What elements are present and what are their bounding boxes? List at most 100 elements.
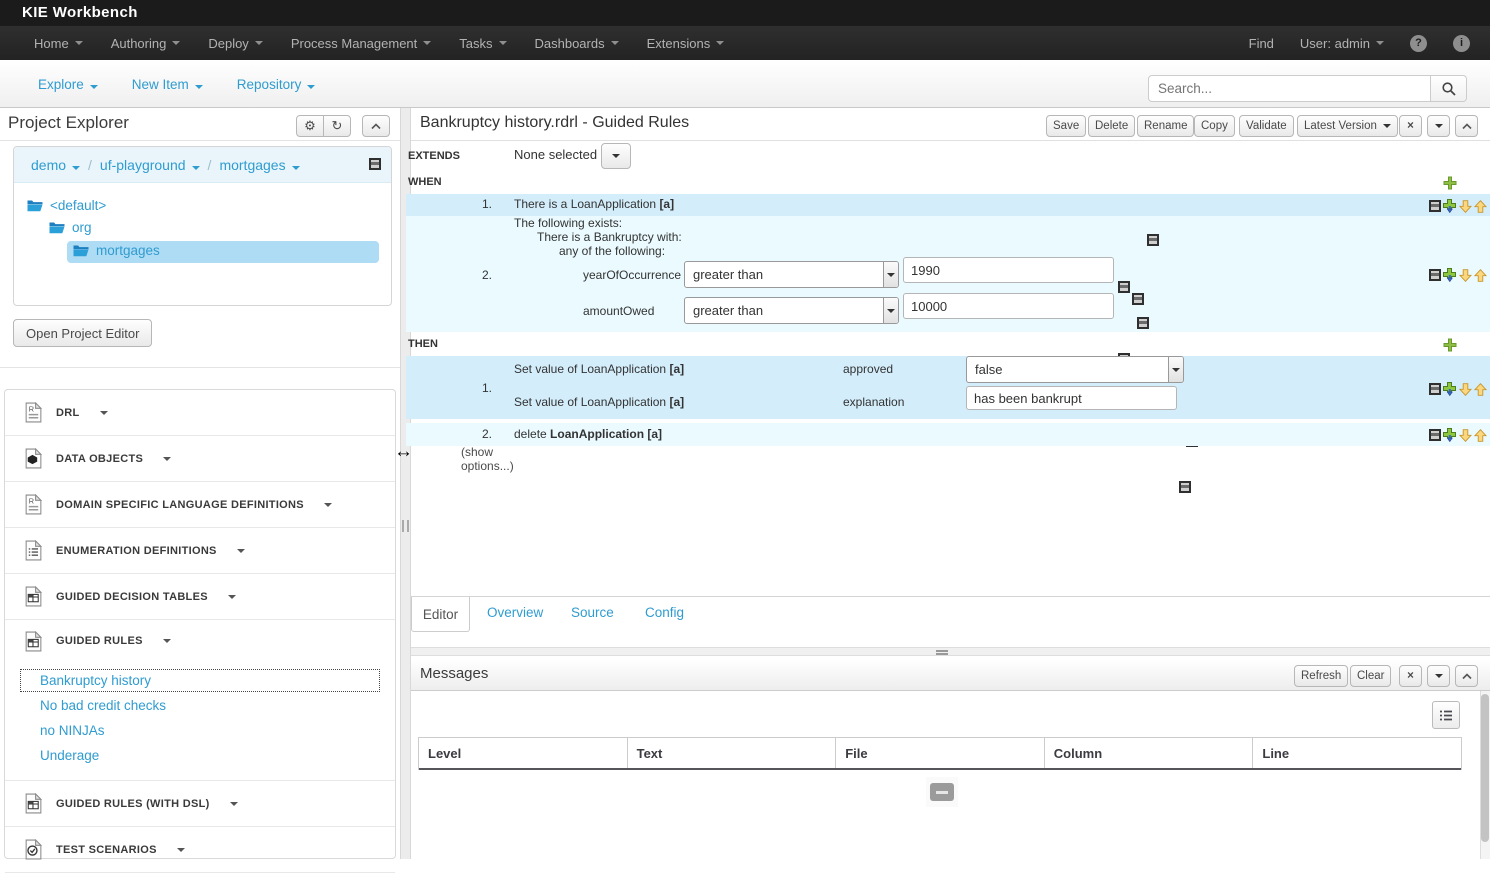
collapse-row-icon[interactable]: [1429, 383, 1441, 395]
add-action-after-icon[interactable]: [1443, 428, 1457, 442]
add-condition-after-icon[interactable]: [1443, 199, 1457, 213]
add-then-action-icon[interactable]: [1443, 338, 1457, 352]
section-data-objects[interactable]: DATA OBJECTS: [5, 436, 395, 482]
section-dsl-definitions[interactable]: R DOMAIN SPECIFIC LANGUAGE DEFINITIONS: [5, 482, 395, 528]
tab-config[interactable]: Config: [645, 605, 684, 620]
nav-extensions[interactable]: Extensions: [633, 36, 739, 51]
info-icon[interactable]: i: [1453, 35, 1470, 52]
section-drl[interactable]: R DRL: [5, 390, 395, 436]
rule-item-no-bad-credit-checks[interactable]: No bad credit checks: [21, 695, 379, 716]
move-down-icon[interactable]: [1459, 383, 1472, 396]
move-down-icon[interactable]: [1459, 200, 1472, 213]
rule-item-bankruptcy-history[interactable]: Bankruptcy history: [21, 670, 379, 691]
move-up-icon[interactable]: [1474, 429, 1487, 442]
search-input[interactable]: [1148, 75, 1431, 102]
tree-item-default[interactable]: <default>: [27, 198, 106, 213]
add-condition-after-icon[interactable]: [1443, 268, 1457, 282]
horizontal-splitter[interactable]: [411, 647, 1490, 656]
collapse-editor-button[interactable]: [1455, 115, 1478, 137]
nav-process-management[interactable]: Process Management: [277, 36, 445, 51]
remove-group-icon[interactable]: [1137, 317, 1149, 329]
close-messages-button[interactable]: ×: [1399, 665, 1422, 687]
when-pattern-text[interactable]: There is a LoanApplication [a]: [514, 197, 674, 211]
rename-button[interactable]: Rename: [1137, 115, 1194, 137]
minimize-messages-button[interactable]: [1427, 665, 1450, 687]
column-header-column[interactable]: Column: [1044, 738, 1253, 768]
column-header-text[interactable]: Text: [627, 738, 836, 768]
add-action-after-icon[interactable]: [1443, 382, 1457, 396]
breadcrumb-repo[interactable]: demo: [31, 157, 80, 173]
nav-deploy[interactable]: Deploy: [194, 36, 276, 51]
refresh-button[interactable]: ↻: [323, 115, 351, 137]
breadcrumb-package[interactable]: mortgages: [219, 157, 299, 173]
gear-button[interactable]: ⚙: [296, 115, 324, 137]
latest-version-button[interactable]: Latest Version: [1297, 115, 1398, 137]
section-guided-rules-with-dsl[interactable]: GUIDED RULES (WITH DSL): [5, 781, 395, 827]
collapse-row-icon[interactable]: [1429, 200, 1441, 212]
remove-action-icon[interactable]: [1179, 481, 1191, 493]
minimize-editor-button[interactable]: [1427, 115, 1450, 137]
clear-messages-button[interactable]: Clear: [1350, 665, 1391, 687]
move-down-icon[interactable]: [1459, 429, 1472, 442]
extends-dropdown-button[interactable]: [601, 143, 631, 169]
move-up-icon[interactable]: [1474, 269, 1487, 282]
operator-select-yearOfOccurrence[interactable]: greater than: [684, 261, 899, 288]
search-button[interactable]: [1431, 75, 1467, 102]
rule-item-no-ninjas[interactable]: no NINJAs: [21, 720, 379, 741]
column-header-line[interactable]: Line: [1252, 738, 1461, 768]
nav-home[interactable]: Home: [20, 36, 97, 51]
tab-source[interactable]: Source: [571, 605, 614, 620]
move-up-icon[interactable]: [1474, 200, 1487, 213]
column-header-file[interactable]: File: [835, 738, 1044, 768]
collapse-tree-icon[interactable]: [369, 158, 381, 170]
value-input-yearOfOccurrence[interactable]: [903, 257, 1114, 283]
tab-editor[interactable]: Editor: [411, 597, 470, 632]
collapse-panel-button[interactable]: [362, 115, 390, 137]
nav-dashboards[interactable]: Dashboards: [521, 36, 633, 51]
copy-button[interactable]: Copy: [1194, 115, 1235, 137]
delete-button[interactable]: Delete: [1088, 115, 1135, 137]
refresh-messages-button[interactable]: Refresh: [1294, 665, 1348, 687]
column-header-level[interactable]: Level: [419, 738, 627, 768]
section-test-scenarios[interactable]: TEST SCENARIOS: [5, 827, 395, 873]
breadcrumb-project[interactable]: uf-playground: [100, 157, 200, 173]
tree-item-mortgages[interactable]: mortgages: [73, 243, 160, 258]
dsl-file-icon: R: [25, 494, 42, 515]
remove-exists-icon[interactable]: [1147, 234, 1159, 246]
explanation-input[interactable]: [966, 386, 1177, 410]
section-guided-rules[interactable]: GUIDED RULES: [5, 620, 395, 662]
menu-explore[interactable]: Explore: [38, 77, 98, 92]
add-when-condition-icon[interactable]: [1443, 176, 1457, 190]
user-menu[interactable]: User: admin: [1300, 36, 1384, 51]
approved-select[interactable]: false: [966, 356, 1184, 383]
save-button[interactable]: Save: [1046, 115, 1086, 137]
section-enumeration-definitions[interactable]: ENUMERATION DEFINITIONS: [5, 528, 395, 574]
collapse-messages-button[interactable]: [1455, 665, 1478, 687]
validate-button[interactable]: Validate: [1239, 115, 1294, 137]
move-down-icon[interactable]: [1459, 269, 1472, 282]
show-options-link[interactable]: (show options...): [461, 445, 519, 473]
scrollbar-thumb[interactable]: [1481, 694, 1489, 842]
menu-new-item[interactable]: New Item: [132, 77, 203, 92]
operator-select-amountOwed[interactable]: greater than: [684, 297, 899, 324]
pager-widget[interactable]: [926, 777, 958, 807]
nav-authoring[interactable]: Authoring: [97, 36, 195, 51]
open-project-editor-button[interactable]: Open Project Editor: [13, 319, 152, 347]
close-editor-button[interactable]: ×: [1399, 115, 1422, 137]
nav-find[interactable]: Find: [1249, 36, 1274, 51]
add-condition-value-icon[interactable]: [1132, 293, 1144, 305]
menu-repository[interactable]: Repository: [237, 77, 316, 92]
move-up-icon[interactable]: [1474, 383, 1487, 396]
tab-overview[interactable]: Overview: [487, 605, 543, 620]
collapse-row-icon[interactable]: [1429, 269, 1441, 281]
rule-item-underage[interactable]: Underage: [21, 745, 379, 766]
tree-item-org[interactable]: org: [49, 220, 92, 235]
nav-tasks[interactable]: Tasks: [445, 36, 520, 51]
section-guided-decision-tables[interactable]: GUIDED DECISION TABLES: [5, 574, 395, 620]
remove-condition-icon[interactable]: [1118, 281, 1130, 293]
search-icon: [1441, 81, 1457, 97]
message-list-options-button[interactable]: [1432, 701, 1460, 729]
value-input-amountOwed[interactable]: [903, 293, 1114, 319]
help-icon[interactable]: ?: [1410, 35, 1427, 52]
collapse-row-icon[interactable]: [1429, 429, 1441, 441]
